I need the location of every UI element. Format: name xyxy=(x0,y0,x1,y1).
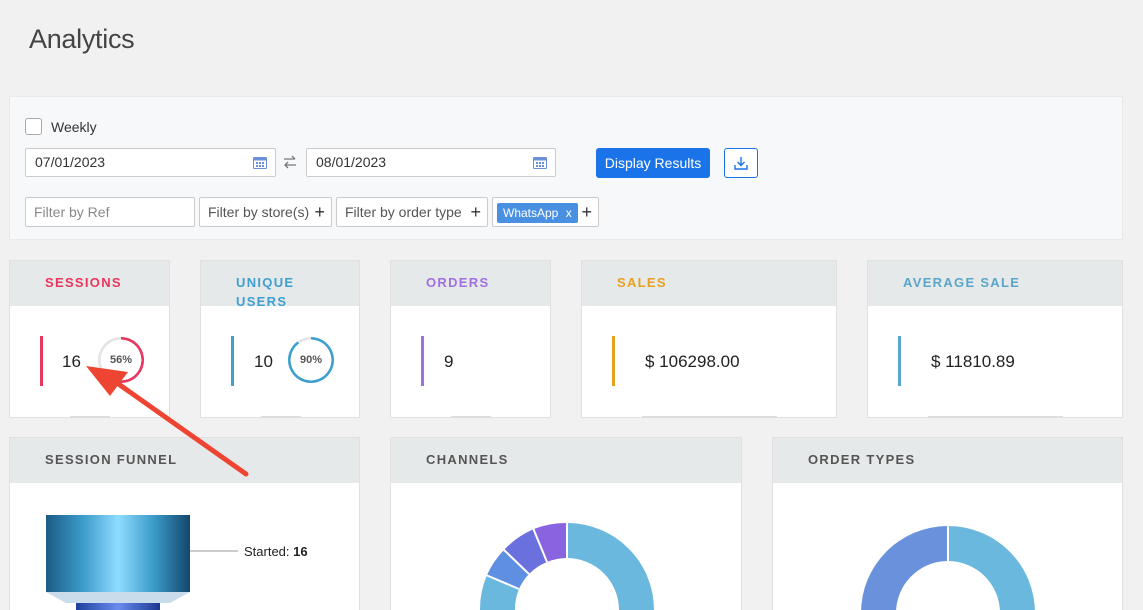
plus-icon[interactable]: + xyxy=(314,198,325,226)
card-footer-line xyxy=(261,416,301,418)
order-types-segment xyxy=(948,526,1035,610)
weekly-label: Weekly xyxy=(51,118,97,135)
start-date-input[interactable]: 07/01/2023 xyxy=(25,148,276,177)
channels-title: CHANNELS xyxy=(426,452,509,467)
order-types-title: ORDER TYPES xyxy=(808,452,916,467)
funnel-stage-started xyxy=(46,515,190,592)
sessions-percent-ring: 56% xyxy=(98,337,144,383)
whatsapp-chip[interactable]: WhatsApp x xyxy=(497,203,578,223)
sessions-title: SESSIONS xyxy=(45,275,122,290)
channels-donut-chart xyxy=(479,522,654,610)
page-title: Analytics xyxy=(29,24,135,54)
card-footer-line xyxy=(451,416,491,418)
sales-accent-bar xyxy=(612,336,615,386)
average-sale-accent-bar xyxy=(898,336,901,386)
unique-users-percent-ring: 90% xyxy=(288,337,334,383)
unique-users-value: 10 xyxy=(254,352,273,371)
card-footer-line xyxy=(70,416,110,418)
sales-value: $ 106298.00 xyxy=(645,352,740,371)
filter-channel-dropdown[interactable]: WhatsApp x + xyxy=(492,197,599,227)
orders-accent-bar xyxy=(421,336,424,386)
swap-arrows-icon xyxy=(284,155,296,169)
card-footer-line xyxy=(928,416,1063,418)
sessions-accent-bar xyxy=(40,336,43,386)
funnel-neck xyxy=(46,592,190,603)
sessions-percent: 56% xyxy=(109,354,133,366)
filter-order-type-dropdown[interactable]: Filter by order type + xyxy=(336,197,488,227)
sales-card: SALES $ 106298.00 xyxy=(581,260,837,418)
session-funnel-panel: SESSION FUNNEL Started: 16 xyxy=(9,437,360,610)
card-footer-line xyxy=(642,416,777,418)
channels-segment xyxy=(567,523,654,610)
filter-store-label: Filter by store(s) xyxy=(208,204,310,220)
filter-ref-input[interactable]: Filter by Ref xyxy=(25,197,195,227)
filter-order-type-label: Filter by order type xyxy=(345,204,462,220)
average-sale-card: AVERAGE SALE $ 11810.89 xyxy=(867,260,1123,418)
end-date-input[interactable]: 08/01/2023 xyxy=(306,148,556,177)
calendar-icon[interactable] xyxy=(533,156,547,169)
chip-remove-icon[interactable]: x xyxy=(566,206,572,220)
weekly-toggle[interactable]: Weekly xyxy=(25,118,97,135)
funnel-started-value: 16 xyxy=(293,544,308,559)
orders-title: ORDERS xyxy=(426,275,490,290)
start-date-value: 07/01/2023 xyxy=(35,154,106,170)
sessions-value: 16 xyxy=(62,352,81,371)
orders-value: 9 xyxy=(444,352,454,371)
order-types-panel: ORDER TYPES xyxy=(772,437,1123,610)
download-icon xyxy=(734,157,748,170)
unique-users-title: UNIQUE USERS xyxy=(236,275,295,309)
order-types-donut-chart xyxy=(861,525,1035,610)
filter-store-dropdown[interactable]: Filter by store(s) + xyxy=(199,197,332,227)
average-sale-title: AVERAGE SALE xyxy=(903,275,1021,290)
calendar-icon[interactable] xyxy=(253,156,267,169)
average-sale-value: $ 11810.89 xyxy=(931,352,1015,371)
unique-users-card: UNIQUE USERS 10 90% xyxy=(200,260,360,418)
weekly-checkbox[interactable] xyxy=(25,118,42,135)
plus-icon[interactable]: + xyxy=(581,198,592,226)
session-funnel-title: SESSION FUNNEL xyxy=(45,452,178,467)
funnel-started-label: Started: 16 xyxy=(244,544,308,559)
orders-card: ORDERS 9 xyxy=(390,260,551,418)
end-date-value: 08/01/2023 xyxy=(316,154,387,170)
order-types-segment xyxy=(861,526,947,610)
funnel-started-text: Started: xyxy=(244,544,290,559)
unique-users-percent: 90% xyxy=(299,354,323,366)
filter-panel: Weekly 07/01/2023 08/01/2023 Display Res… xyxy=(9,96,1123,240)
display-results-button[interactable]: Display Results xyxy=(596,148,710,178)
funnel-stage-next xyxy=(76,603,160,610)
plus-icon[interactable]: + xyxy=(470,198,481,226)
download-button[interactable] xyxy=(724,148,758,178)
sessions-card: SESSIONS 16 56% xyxy=(9,260,170,418)
unique-users-accent-bar xyxy=(231,336,234,386)
sales-title: SALES xyxy=(617,275,667,290)
channels-panel: CHANNELS xyxy=(390,437,742,610)
funnel-graphic xyxy=(46,515,238,610)
whatsapp-chip-label: WhatsApp xyxy=(503,206,559,220)
